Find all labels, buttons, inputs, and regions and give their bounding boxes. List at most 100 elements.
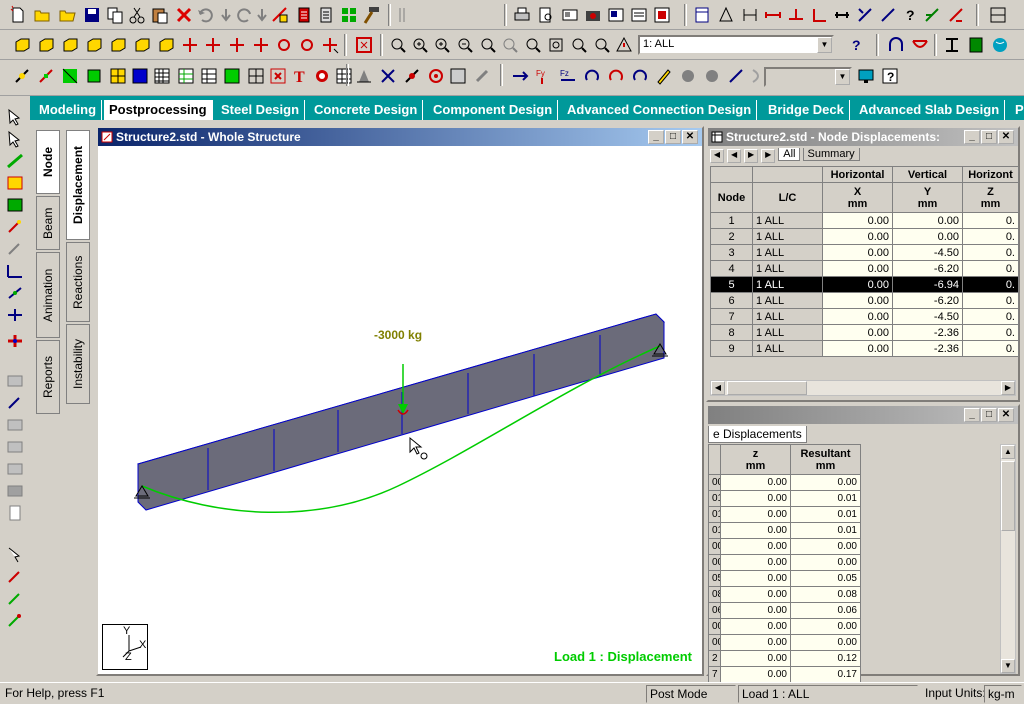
snapshot-icon[interactable] — [583, 5, 603, 25]
table-cell-z[interactable]: 0.00 — [720, 602, 791, 619]
table-cell-lc[interactable]: 1 ALL — [752, 308, 823, 325]
grid-icon[interactable] — [246, 66, 266, 86]
table-cell-lc[interactable]: 1 ALL — [752, 324, 823, 341]
table-cell-z[interactable]: 0. — [962, 260, 1019, 277]
last-sheet-icon[interactable]: ▶ — [761, 149, 776, 163]
chevron-down-icon[interactable]: ▼ — [835, 69, 850, 85]
dimension-icon[interactable] — [740, 5, 760, 25]
table-header-resultant[interactable]: Resultant mm — [790, 444, 861, 475]
table-cell-x[interactable]: 0.00 — [822, 244, 893, 261]
rotate-icon[interactable] — [203, 35, 223, 55]
table-cell-y[interactable]: -6.94 — [892, 276, 963, 293]
zoom-in-icon[interactable] — [410, 35, 430, 55]
table-cell-r[interactable]: 0.00 — [790, 538, 861, 555]
view-tool-icon[interactable] — [946, 5, 966, 25]
table-icon[interactable] — [152, 66, 172, 86]
surface-add-icon[interactable] — [108, 66, 128, 86]
table-header-node[interactable]: Node — [710, 182, 753, 213]
table-cell-node[interactable]: 1 — [710, 212, 753, 229]
table-row[interactable]: 000.000.00 — [708, 538, 861, 555]
status-units[interactable]: kg-m — [984, 685, 1022, 703]
structure-window-title[interactable]: Structure2.std - Whole Structure _ □ ✕ — [98, 128, 702, 146]
zoom-window-icon[interactable] — [388, 35, 408, 55]
table-cell-x[interactable]: 0.00 — [822, 212, 893, 229]
hammer-icon[interactable] — [472, 66, 492, 86]
table-cell-lc[interactable]: 1 ALL — [752, 244, 823, 261]
structure-viewport[interactable]: -3000 kg Load 1 : Displacement Y X Z — [98, 146, 702, 674]
vertical-scrollbar[interactable]: ▲ ▼ — [1000, 444, 1016, 674]
tab-component-design[interactable]: Component Design — [428, 100, 559, 120]
horizontal-scrollbar[interactable]: ◀ ▶ — [710, 380, 1016, 396]
chevron-down-icon[interactable]: ▼ — [817, 37, 832, 53]
table-cell-z[interactable]: 0.00 — [720, 506, 791, 523]
select-member-icon[interactable] — [5, 284, 25, 302]
print-icon[interactable] — [512, 5, 532, 25]
dimension2-icon[interactable] — [763, 5, 783, 25]
force-x-icon[interactable] — [510, 66, 530, 86]
summary-window-title[interactable]: _ □ ✕ — [708, 406, 1018, 424]
select-solid-icon[interactable] — [5, 196, 25, 214]
table-cell-x[interactable]: 0.00 — [822, 228, 893, 245]
table-row[interactable]: 81 ALL 0.00 -2.36 0. — [710, 324, 1019, 341]
vtab-reports[interactable]: Reports — [36, 340, 60, 414]
dimension-icon[interactable] — [5, 416, 25, 434]
section-combo[interactable]: ▼ — [764, 67, 852, 87]
open-icon[interactable] — [32, 5, 52, 25]
color-icon[interactable] — [654, 66, 674, 86]
table-cell-z[interactable]: 0.00 — [720, 570, 791, 587]
table-icon[interactable] — [334, 66, 354, 86]
table-cell-y[interactable]: 0.00 — [892, 212, 963, 229]
table-cell-r[interactable]: 0.00 — [790, 474, 861, 491]
table-cell-z[interactable]: 0. — [962, 308, 1019, 325]
grid-icon[interactable] — [448, 66, 468, 86]
geometry-icon[interactable] — [270, 5, 290, 25]
table-cell-x[interactable]: 0.00 — [822, 292, 893, 309]
report-icon[interactable] — [5, 504, 25, 522]
grid-icon[interactable] — [130, 66, 150, 86]
open-folder-icon[interactable] — [58, 5, 78, 25]
table-cell-z[interactable]: 0.00 — [720, 490, 791, 507]
scroll-thumb[interactable] — [727, 381, 807, 395]
table-cell-node[interactable]: 9 — [710, 340, 753, 357]
dimension3-icon[interactable] — [786, 5, 806, 25]
magnify-icon[interactable] — [569, 35, 589, 55]
table-cell-node[interactable]: 8 — [710, 324, 753, 341]
tab-bridge-deck[interactable]: Bridge Deck — [763, 100, 850, 120]
table-cell-z[interactable]: 0.00 — [720, 538, 791, 555]
dimension-icon[interactable] — [5, 438, 25, 456]
table-row[interactable]: 71 ALL 0.00 -4.50 0. — [710, 308, 1019, 325]
table-cell-lc[interactable]: 1 ALL — [752, 276, 823, 293]
structure-canvas[interactable] — [98, 146, 702, 674]
dimension8-icon[interactable] — [922, 5, 942, 25]
summary-table[interactable]: zmm Resultantmm 000.000.00010.000.01010.… — [708, 444, 861, 683]
table-cell-lc[interactable]: 1 ALL — [752, 292, 823, 309]
help-icon[interactable]: ? — [900, 5, 920, 25]
force-z-icon[interactable]: Fz — [558, 66, 578, 86]
save-icon[interactable] — [82, 5, 102, 25]
moment-y-icon[interactable] — [606, 66, 626, 86]
table-cell-stub[interactable]: 00 — [708, 618, 721, 635]
table-cell-node[interactable]: 4 — [710, 260, 753, 277]
close-button[interactable]: ✕ — [998, 408, 1014, 422]
zoom-selection-icon[interactable] — [523, 35, 543, 55]
picture-icon[interactable] — [606, 5, 626, 25]
table-cell-z[interactable]: 0. — [962, 340, 1019, 357]
shade-icon[interactable] — [702, 66, 722, 86]
table-row[interactable]: 010.000.01 — [708, 506, 861, 523]
node-displacement-table[interactable]: Horizontal Vertical Horizont Node L/C Xm… — [710, 166, 1019, 357]
globe-icon[interactable] — [990, 35, 1010, 55]
tab-advanced-connection-design[interactable]: Advanced Connection Design — [562, 100, 758, 120]
prev-sheet-icon[interactable]: ◀ — [727, 149, 742, 163]
tab-steel-design[interactable]: Steel Design — [216, 100, 306, 120]
dimension4-icon[interactable] — [810, 5, 830, 25]
minimize-button[interactable]: _ — [964, 408, 980, 422]
sheet-tab-summary[interactable]: Summary — [802, 148, 860, 161]
frame-icon[interactable] — [692, 5, 712, 25]
table-cell-lc[interactable]: 1 ALL — [752, 228, 823, 245]
scroll-right-icon[interactable]: ▶ — [1001, 381, 1015, 395]
rotate-icon[interactable] — [274, 35, 294, 55]
table-cell-stub[interactable]: 2 — [708, 650, 721, 667]
table-cell-node[interactable]: 7 — [710, 308, 753, 325]
table-cell-r[interactable]: 0.00 — [790, 634, 861, 651]
undo-icon[interactable] — [196, 5, 216, 25]
